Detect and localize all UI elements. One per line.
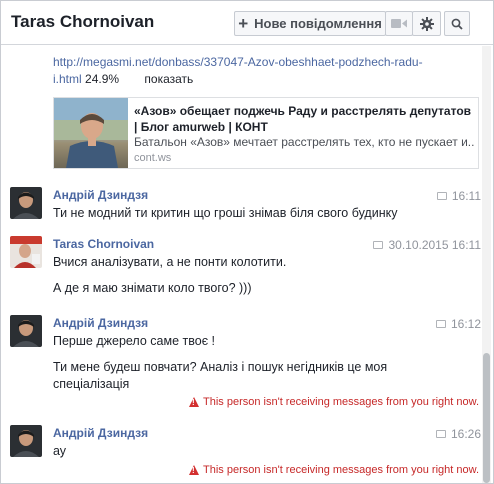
chat-window: Taras Chornoivan + Нове повідомлення htt… (0, 0, 494, 484)
delivery-error-text: This person isn't receiving messages fro… (203, 464, 479, 476)
chat-bubble-icon (435, 320, 446, 328)
shared-link-percent: 24.9% (85, 72, 120, 86)
sender-name[interactable]: Андрій Дзиндзя (53, 426, 148, 440)
avatar[interactable] (10, 425, 42, 457)
message-group: Андрій Дзиндзя 16:11 Ти не модний ти кри… (1, 183, 481, 227)
video-camera-icon (391, 19, 407, 28)
message-list: http://megasmi.net/donbass/337047-Azov-o… (1, 46, 481, 484)
time-label: 16:11 (451, 189, 481, 203)
scrollbar[interactable] (482, 46, 491, 483)
message-text: Ти не модний ти критин що гроші знімав б… (53, 206, 398, 220)
message-text: Ти мене будеш повчати? Аналіз і пошук не… (53, 360, 388, 391)
delivery-error-text: This person isn't receiving messages fro… (203, 396, 479, 408)
sender-name[interactable]: Андрій Дзиндзя (53, 188, 148, 202)
message-group: Андрій Дзиндзя 16:26 ау This person isn'… (1, 421, 481, 484)
show-link-button[interactable]: показать (144, 72, 193, 86)
warning-icon (189, 465, 199, 475)
conversation-title[interactable]: Taras Chornoivan (11, 12, 154, 32)
time-label: 16:12 (450, 317, 481, 331)
avatar[interactable] (10, 315, 42, 347)
gear-icon (419, 16, 434, 31)
sender-name[interactable]: Taras Chornoivan (53, 237, 154, 251)
chat-bubble-icon (373, 241, 384, 249)
link-preview-title[interactable]: «Азов» обещает поджечь Раду и расстрелят… (134, 103, 474, 135)
message-time: 16:26 (435, 427, 481, 441)
message-time: 16:11 (436, 189, 481, 203)
link-preview-thumbnail (54, 98, 128, 168)
search-icon (451, 18, 463, 30)
link-preview-source: cont.ws (134, 152, 172, 164)
new-message-label: Нове повідомлення (254, 16, 382, 31)
chat-bubble-icon (436, 192, 447, 200)
avatar[interactable] (10, 236, 42, 268)
search-button[interactable] (444, 11, 470, 36)
message-time: 16:12 (435, 317, 481, 331)
message-time: 30.10.2015 16:11 (373, 238, 481, 252)
time-label: 30.10.2015 16:11 (388, 238, 481, 252)
message-text: Перше джерело саме твоє ! (53, 334, 216, 348)
message-text: ау (53, 444, 67, 458)
settings-button[interactable] (412, 11, 441, 36)
scrollbar-thumb[interactable] (483, 353, 490, 483)
message-group: Андрій Дзиндзя 16:12 Перше джерело саме … (1, 311, 481, 411)
new-message-button[interactable]: + Нове повідомлення (234, 11, 386, 36)
message-text: Вчися аналізувати, а не понти колотити. (53, 255, 287, 269)
warning-icon (189, 397, 199, 407)
avatar[interactable] (10, 187, 42, 219)
time-label: 16:26 (450, 427, 481, 441)
chat-header: Taras Chornoivan + Нове повідомлення (1, 1, 493, 45)
link-preview-card[interactable]: «Азов» обещает поджечь Раду и расстрелят… (53, 97, 479, 169)
video-call-button[interactable] (385, 11, 413, 36)
message-group: Taras Chornoivan 30.10.2015 16:11 Вчися … (1, 232, 481, 302)
shared-link-line: http://megasmi.net/donbass/337047-Azov-o… (53, 54, 433, 88)
link-preview-description: Батальон «Азов» мечтает расстрелять тех,… (134, 135, 474, 149)
message-text: А де я маю знімати коло твого? ))) (53, 281, 252, 295)
sender-name[interactable]: Андрій Дзиндзя (53, 316, 148, 330)
plus-icon: + (238, 14, 249, 33)
delivery-error: This person isn't receiving messages fro… (189, 464, 479, 476)
chat-bubble-icon (435, 430, 446, 438)
delivery-error: This person isn't receiving messages fro… (189, 396, 479, 408)
